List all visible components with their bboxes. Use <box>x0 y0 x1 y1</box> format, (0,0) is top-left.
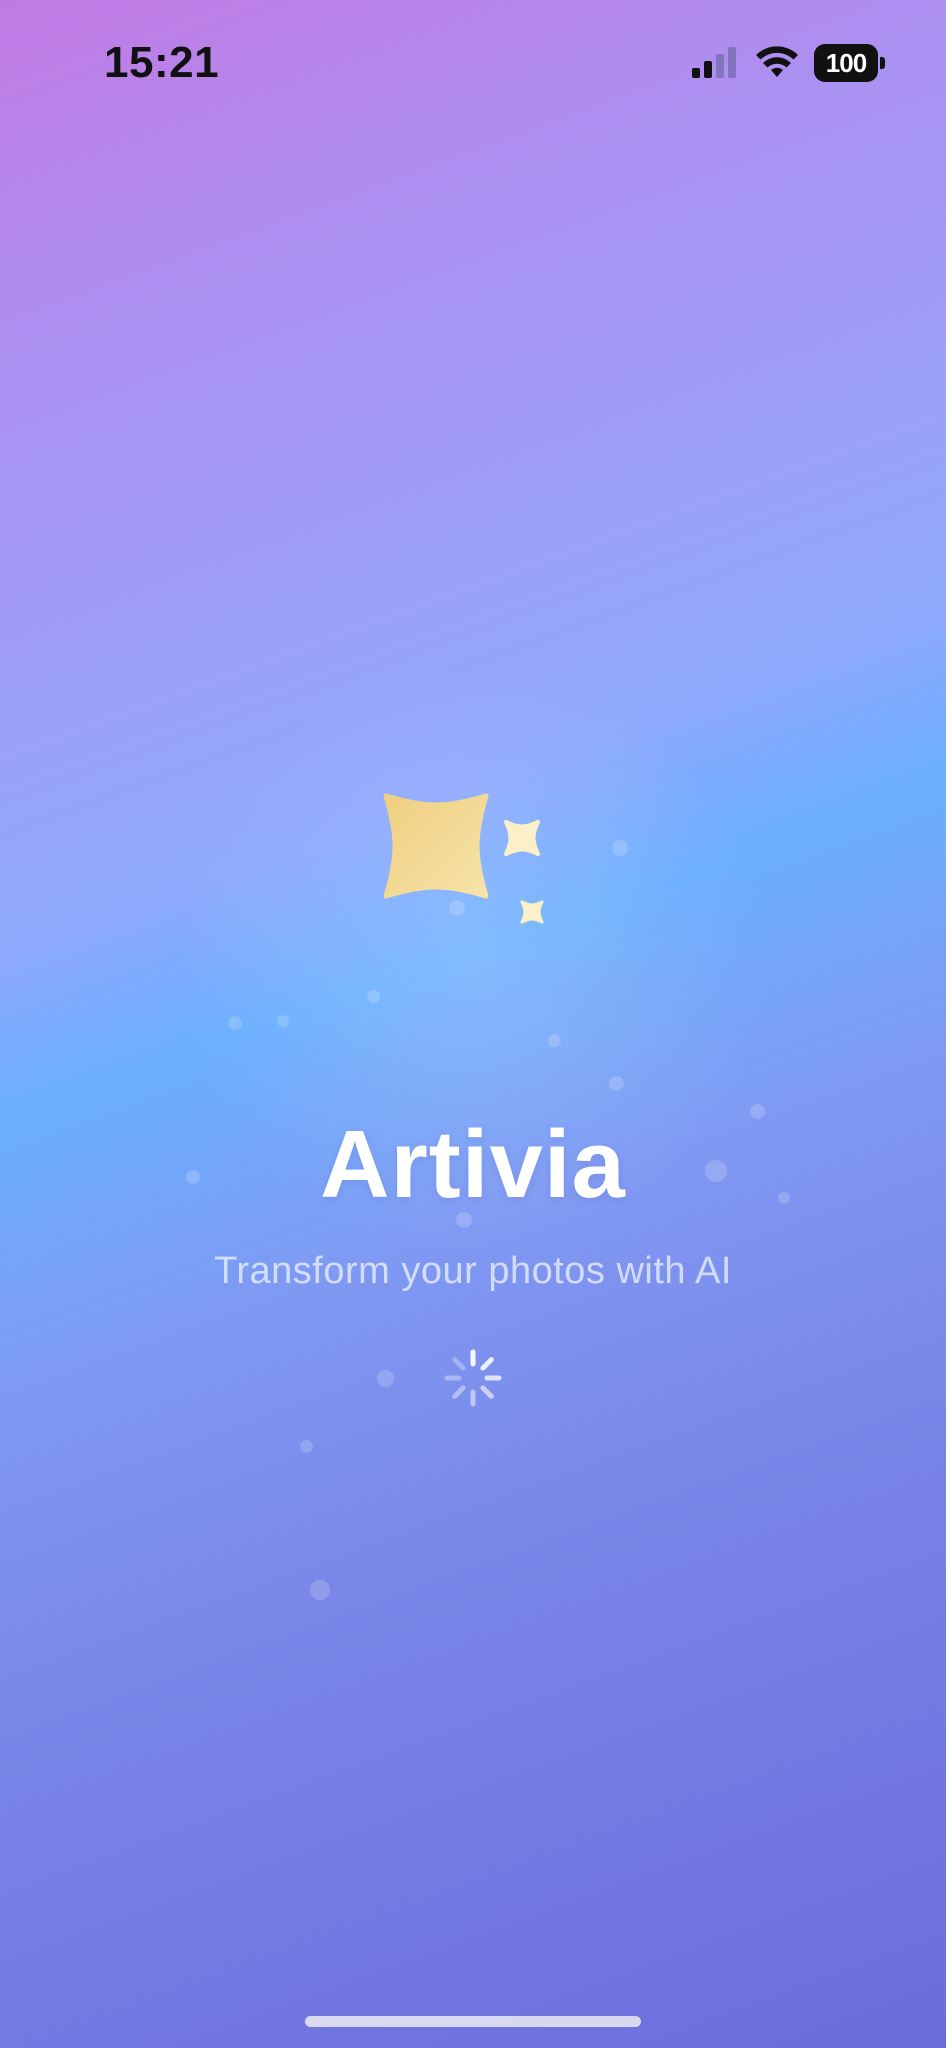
sparkles-icon <box>383 793 544 924</box>
home-indicator[interactable] <box>305 2016 641 2027</box>
decorative-dot <box>277 1015 289 1027</box>
wifi-icon <box>756 46 798 77</box>
small-sparkle-icon <box>520 900 544 924</box>
decorative-dot <box>228 1016 242 1030</box>
decorative-dot <box>609 1076 624 1091</box>
tagline: Transform your photos with AI <box>214 1250 732 1292</box>
status-time: 15:21 <box>104 38 220 87</box>
cellular-signal-icon <box>692 47 736 78</box>
medium-sparkle-icon <box>504 820 540 856</box>
decorative-dot <box>548 1034 561 1047</box>
battery-cap <box>880 57 885 69</box>
large-sparkle-icon <box>383 793 489 899</box>
decorative-dot <box>310 1580 330 1600</box>
decorative-dot <box>300 1440 313 1453</box>
battery-icon: 100 <box>814 44 886 82</box>
activity-spinner-icon <box>444 1349 502 1407</box>
status-bar: 15:21 100 <box>0 0 946 130</box>
decorative-dot <box>377 1370 394 1387</box>
decorative-dot <box>612 840 628 856</box>
app-name: Artivia <box>320 1111 626 1218</box>
decorative-dot <box>367 990 380 1003</box>
battery-level: 100 <box>814 44 878 82</box>
